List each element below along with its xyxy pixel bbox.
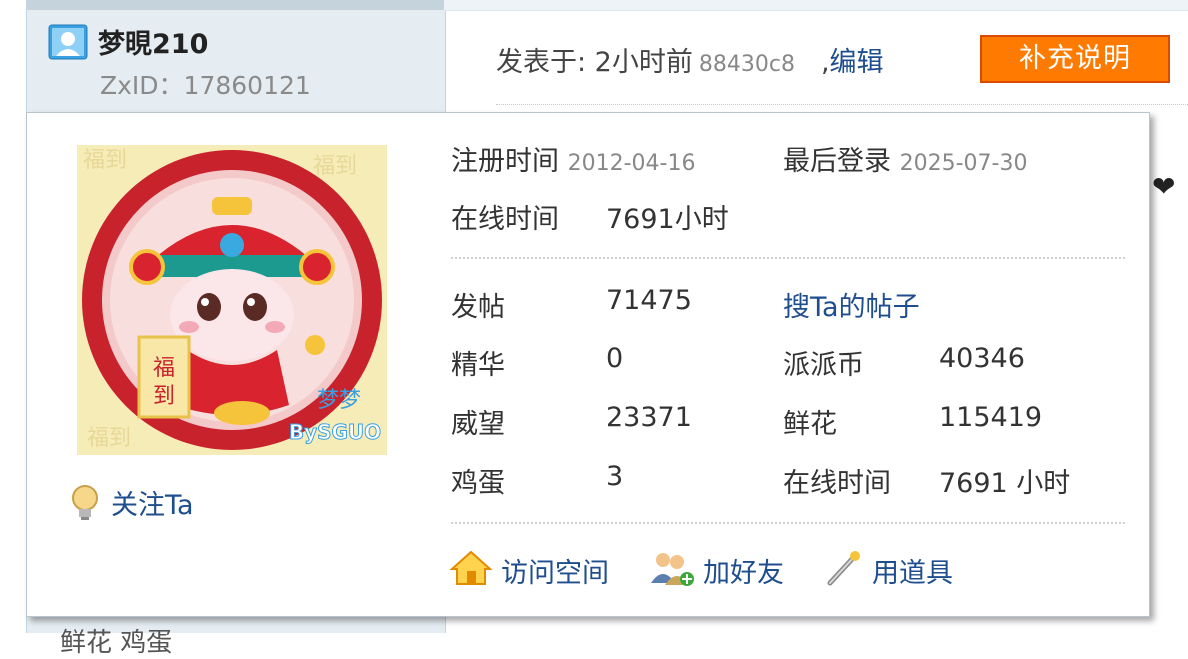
flowers-label: 鲜花 (783, 409, 837, 440)
user-header: 梦晛210 (48, 22, 208, 61)
sidebar-bottom-links[interactable]: 鲜花 鸡蛋 (60, 622, 172, 659)
stats-divider-bottom (451, 522, 1125, 524)
use-item-label: 用道具 (872, 557, 953, 589)
meta-separator: , (820, 47, 830, 78)
supplement-button[interactable]: 补充说明 (980, 35, 1170, 83)
visit-space-label: 访问空间 (501, 557, 609, 589)
avatar-pattern-1: 福到 (83, 148, 127, 173)
avatar-credit: BySGUO (289, 420, 381, 444)
post-divider (496, 104, 1188, 105)
username-link[interactable]: 梦晛210 (98, 22, 208, 61)
search-posts-link[interactable]: 搜Ta的帖子 (783, 285, 920, 324)
home-icon (449, 549, 493, 591)
user-profile-icon (48, 24, 88, 60)
online-stat-label: 在线时间 (783, 468, 891, 499)
lightbulb-icon (69, 484, 101, 522)
last-login-row: 最后登录 2025-07-30 (783, 139, 1027, 178)
user-card-popup: 福到 福到 福到 福 到 梦梦 BySGUO 关注Ta 注册时间 2012-04… (26, 112, 1150, 617)
flowers-value: 115419 (939, 402, 1043, 433)
avatar-pattern-2: 福到 (313, 154, 357, 179)
heart-icon[interactable]: ❤ (1152, 170, 1175, 203)
stats-divider-top (451, 257, 1125, 259)
last-login-date: 2025-07-30 (899, 151, 1028, 176)
avatar[interactable]: 福到 福到 福到 福 到 梦梦 BySGUO (77, 145, 387, 455)
coins-value: 40346 (939, 343, 1025, 374)
add-friend-button[interactable]: 加好友 (649, 549, 784, 591)
eggs-value: 3 (606, 461, 624, 492)
avatar-sign-bottom: 到 (153, 384, 175, 409)
add-friend-icon (649, 549, 695, 591)
popup-actions: 访问空间 加好友 用道具 (449, 549, 993, 591)
prestige-value: 23371 (606, 402, 692, 433)
add-friend-label: 加好友 (703, 557, 784, 589)
essence-value: 0 (606, 343, 624, 374)
avatar-pattern-3: 福到 (87, 426, 131, 451)
prestige-label: 威望 (451, 409, 505, 440)
essence-label: 精华 (451, 350, 505, 381)
visit-space-button[interactable]: 访问空间 (449, 549, 609, 591)
last-login-label: 最后登录 (783, 146, 891, 177)
post-top-strip (444, 0, 1188, 11)
registration-row: 注册时间 2012-04-16 (451, 139, 695, 178)
wand-icon (824, 549, 864, 591)
posts-label: 发帖 (451, 292, 505, 323)
online-stat-value: 7691 小时 (939, 468, 1071, 499)
coins-label: 派派币 (783, 350, 864, 381)
use-item-button[interactable]: 用道具 (824, 549, 953, 591)
registration-date: 2012-04-16 (567, 151, 696, 176)
post-meta: 发表于: 2小时前 88430c8 ,编辑 (496, 40, 884, 79)
posts-value: 71475 (606, 285, 692, 316)
eggs-label: 鸡蛋 (451, 468, 505, 499)
user-zxid: ZxID：17860121 (100, 71, 311, 100)
posted-time: 发表于: 2小时前 (496, 47, 693, 78)
sidebar-top-bar (27, 0, 445, 10)
avatar-sign-top: 福 (153, 356, 175, 381)
avatar-sign-text: 梦梦 (317, 388, 361, 413)
post-hash: 88430c8 (698, 52, 795, 77)
follow-button[interactable]: 关注Ta (69, 483, 194, 522)
registration-label: 注册时间 (451, 146, 559, 177)
online-time-label: 在线时间 (451, 204, 559, 235)
edit-link[interactable]: 编辑 (830, 47, 884, 78)
follow-label: 关注Ta (111, 490, 194, 521)
online-time-value: 7691小时 (606, 204, 729, 235)
